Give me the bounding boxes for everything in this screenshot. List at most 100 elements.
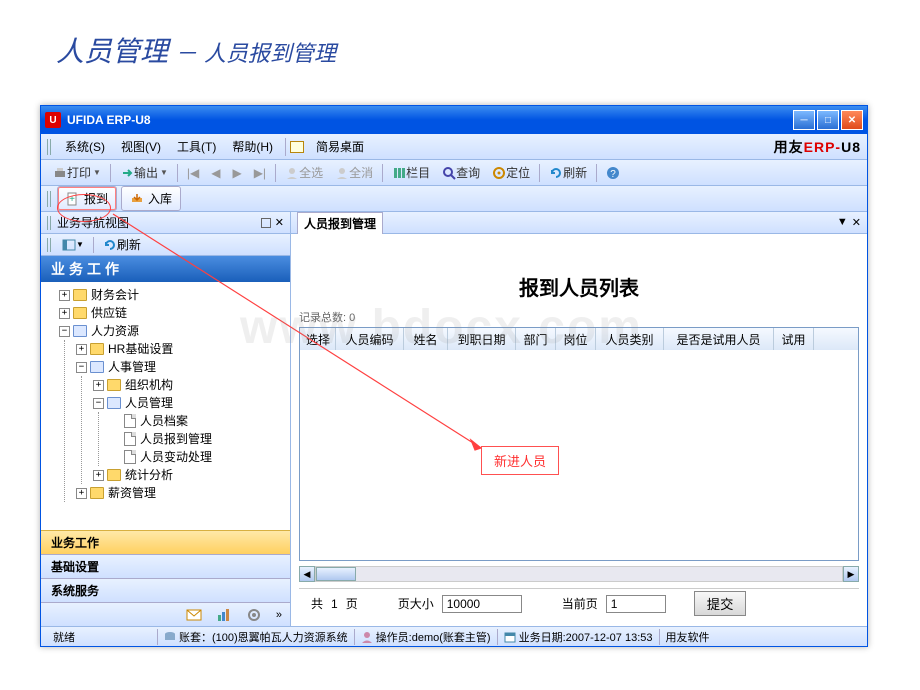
pager-total-a: 共 [311,595,323,612]
column-header[interactable]: 试用 [774,328,814,350]
list-title: 报到人员列表 [299,272,859,301]
pager-current-label: 当前页 [562,595,598,612]
menu-desktop[interactable]: 简易桌面 [308,136,372,157]
report-button[interactable]: + 报到 [57,186,117,211]
column-header[interactable]: 是否是试用人员 [664,328,774,350]
column-header[interactable]: 到职日期 [448,328,516,350]
sidebar-view-toggle[interactable]: ▼ [57,237,89,253]
print-button[interactable]: 打印▼ [47,162,107,183]
sidebar-tab-work[interactable]: 业务工作 [41,530,290,554]
brand-logo: 用友ERP-U8 [774,137,861,157]
nav-last-button[interactable]: ▶| [248,164,272,182]
status-vendor: 用友软件 [659,629,716,645]
sidebar-bottom: 业务工作 基础设置 系统服务 » [41,530,290,626]
sidebar-header-label: 业务导航视图 [57,214,129,231]
brand-u8: U8 [841,139,861,155]
pin-icon[interactable] [261,218,271,228]
menu-system[interactable]: 系统(S) [57,136,113,157]
folder-icon [107,469,121,481]
slide-title-main: 人员管理 [56,36,168,67]
grip-icon [47,238,53,252]
help-icon-button[interactable]: ? [600,164,626,182]
page-size-input[interactable] [442,595,522,613]
status-date: 业务日期:2007-12-07 13:53 [497,629,659,645]
tab-close-icon[interactable]: ✕ [852,216,861,229]
tab-dropdown-icon[interactable]: ▼ [837,216,848,229]
pager-submit-button[interactable]: 提交 [694,591,747,616]
grip-icon [47,216,53,230]
slide-title: 人员管理 － 人员报到管理 [56,30,336,70]
expand-icon[interactable]: » [276,609,282,621]
deselect-button[interactable]: 全消 [329,162,379,183]
menu-view[interactable]: 视图(V) [113,136,169,157]
tree-node-org[interactable]: +组织机构 [93,376,288,394]
sidebar-tab-service[interactable]: 系统服务 [41,578,290,602]
menu-help[interactable]: 帮助(H) [224,136,281,157]
maximize-button[interactable]: □ [817,110,839,130]
sidebar-refresh-button[interactable]: 刷新 [98,235,146,254]
menu-tools[interactable]: 工具(T) [169,136,224,157]
sidebar-title: 业务工作 [41,256,290,282]
scroll-track[interactable] [315,566,843,582]
close-button[interactable]: ✕ [841,110,863,130]
tree-node-scm[interactable]: +供应链 [59,304,288,322]
search-icon [442,166,456,180]
tree-node-hrbase[interactable]: +HR基础设置 [76,340,288,358]
selectall-button[interactable]: 全选 [279,162,329,183]
titlebar: U UFIDA ERP-U8 ─ □ ✕ [41,106,867,134]
scroll-thumb[interactable] [316,567,356,581]
user-plus-icon [285,166,299,180]
tree-leaf-change[interactable]: 人员变动处理 [110,448,288,466]
inbound-label: 入库 [148,190,172,207]
export-icon [120,166,134,180]
locate-button[interactable]: 定位 [486,162,536,183]
scroll-left-icon[interactable]: ◀ [299,566,315,582]
inbound-icon [130,192,144,206]
brand-prefix: 用友 [774,139,804,155]
app-window: U UFIDA ERP-U8 ─ □ ✕ 系统(S) 视图(V) 工具(T) 帮… [40,105,868,647]
tree-node-salary[interactable]: +薪资管理 [76,484,288,502]
column-header[interactable]: 部门 [516,328,556,350]
nav-first-button[interactable]: |◀ [181,164,205,182]
columns-button[interactable]: 栏目 [386,162,436,183]
app-icon: U [45,112,61,128]
target-icon [492,166,506,180]
tree-node-hrmgmt[interactable]: −人事管理 [76,358,288,376]
tools-icon[interactable] [246,607,262,623]
tree-node-hr[interactable]: −人力资源 [59,322,288,340]
toolbar-main: 打印▼ 输出▼ |◀ ◀ ▶ ▶| 全选 全消 栏目 查询 定位 刷新 ? [41,160,867,186]
minimize-button[interactable]: ─ [793,110,815,130]
tree-leaf-archive[interactable]: 人员档案 [110,412,288,430]
sidebar-close-icon[interactable]: ✕ [275,216,284,229]
message-icon[interactable] [186,607,202,623]
output-button[interactable]: 输出▼ [114,162,174,183]
horizontal-scrollbar[interactable]: ◀ ▶ [299,566,859,582]
page-current-input[interactable] [606,595,666,613]
query-button[interactable]: 查询 [436,162,486,183]
inbound-button[interactable]: 入库 [121,186,181,211]
sidebar-tab-base[interactable]: 基础设置 [41,554,290,578]
tab-label[interactable]: 人员报到管理 [297,212,383,234]
pager-total-b: 页 [346,595,358,612]
nav-next-button[interactable]: ▶ [226,164,247,182]
scroll-right-icon[interactable]: ▶ [843,566,859,582]
status-operator: 操作员:demo(账套主管) [354,629,497,645]
column-header[interactable]: 选择 [300,328,336,350]
tree-node-finance[interactable]: +财务会计 [59,286,288,304]
column-header[interactable]: 岗位 [556,328,596,350]
column-header[interactable]: 人员类别 [596,328,664,350]
tree-leaf-checkin[interactable]: 人员报到管理 [110,430,288,448]
sidebar-icon-row: » [41,602,290,626]
tree-node-person[interactable]: −人员管理 [93,394,288,412]
window-title: UFIDA ERP-U8 [67,113,151,127]
folder-icon [90,343,104,355]
chart-icon[interactable] [216,607,232,623]
column-header[interactable]: 姓名 [404,328,448,350]
nav-prev-button[interactable]: ◀ [205,164,226,182]
printer-icon [53,166,67,180]
slide-title-sub: 人员报到管理 [204,41,336,66]
tree-node-stat[interactable]: +统计分析 [93,466,288,484]
refresh-button[interactable]: 刷新 [543,162,593,183]
column-header[interactable]: 人员编码 [336,328,404,350]
menubar: 系统(S) 视图(V) 工具(T) 帮助(H) 简易桌面 用友ERP-U8 [41,134,867,160]
